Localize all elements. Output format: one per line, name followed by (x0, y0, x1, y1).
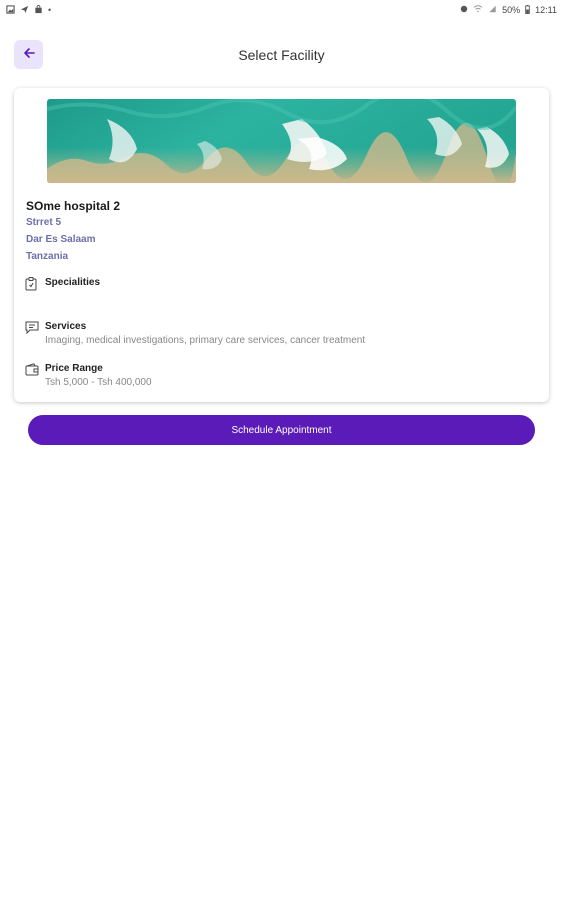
facility-image (47, 99, 516, 183)
price-value: Tsh 5,000 - Tsh 400,000 (45, 377, 152, 388)
alarm-icon (460, 5, 468, 15)
price-label: Price Range (45, 363, 103, 374)
status-right: 50% 12:11 (460, 4, 557, 16)
wifi-icon (473, 5, 483, 15)
specialities-label: Specialities (45, 277, 101, 288)
schedule-appointment-button[interactable]: Schedule Appointment (28, 415, 535, 445)
clipboard-icon (25, 277, 39, 291)
page-title: Select Facility (238, 47, 325, 63)
battery-icon (525, 4, 530, 16)
specialities-row: Specialities (25, 277, 100, 291)
app-bar: Select Facility (0, 36, 563, 74)
price-row: Price Range Tsh 5,000 - Tsh 400,000 (25, 363, 152, 388)
facility-card[interactable]: SOme hospital 2 Strret 5 Dar Es Salaam T… (14, 88, 549, 402)
facility-name: SOme hospital 2 (26, 199, 121, 213)
chat-icon (25, 321, 39, 335)
clock: 12:11 (535, 5, 557, 15)
status-bar: • 50% 12:11 (0, 0, 563, 20)
facility-country: Tanzania (26, 251, 69, 262)
wallet-icon (25, 363, 39, 377)
signal-icon (488, 5, 497, 15)
status-left: • (6, 4, 52, 16)
facility-street: Strret 5 (26, 217, 62, 228)
dot-notification-icon: • (48, 4, 52, 15)
gallery-notification-icon (6, 4, 15, 16)
services-row: Services Imaging, medical investigations… (25, 321, 365, 346)
services-label: Services (45, 321, 87, 332)
send-notification-icon (20, 5, 29, 16)
facility-city: Dar Es Salaam (26, 234, 96, 245)
bag-notification-icon (34, 4, 43, 16)
services-value: Imaging, medical investigations, primary… (45, 335, 366, 346)
battery-percent: 50% (502, 5, 521, 15)
